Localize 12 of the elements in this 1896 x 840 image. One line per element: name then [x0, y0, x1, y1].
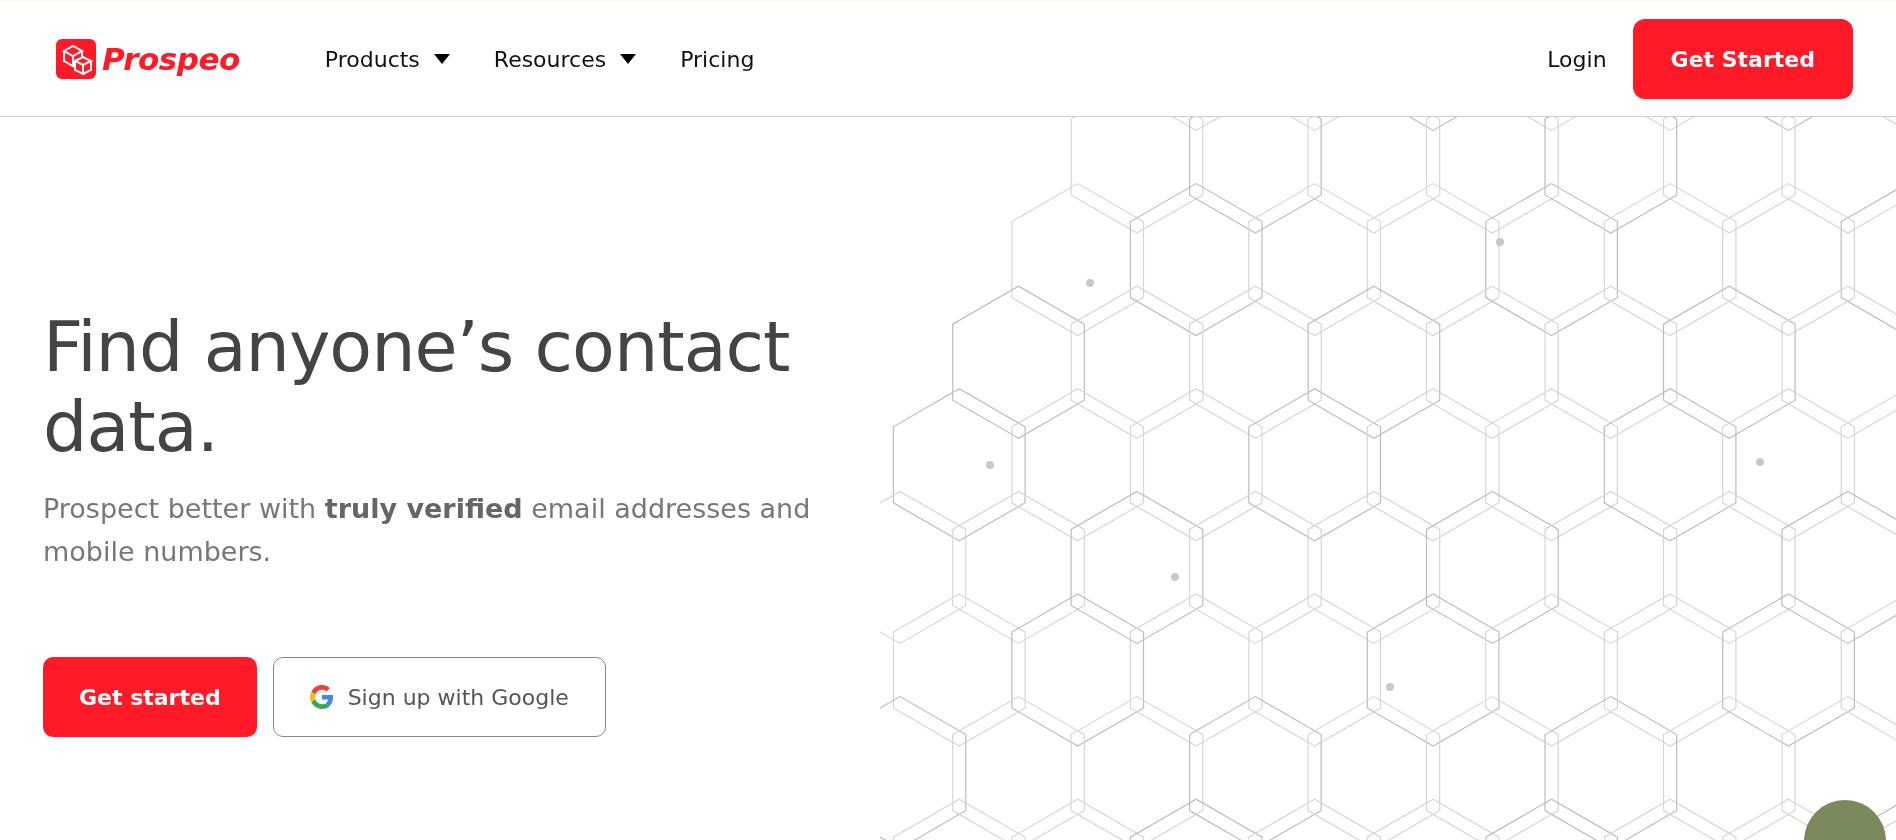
google-signup-button[interactable]: Sign up with Google — [272, 657, 606, 737]
get-started-button[interactable]: Get started — [43, 657, 257, 737]
nav-link[interactable]: Pricing — [680, 46, 755, 72]
hero-title: Find anyone’s contact data. — [43, 307, 791, 467]
nav-link[interactable]: Resources — [493, 46, 637, 72]
hero-subtitle: Prospect better with truly verified email addresses and mobile numbers. — [43, 492, 812, 569]
logo-text[interactable]: Prospeo — [102, 41, 240, 77]
cube-logo-icon — [56, 39, 96, 79]
google-icon — [309, 685, 334, 709]
get-started-button[interactable]: Get Started — [1632, 19, 1853, 99]
login-link[interactable]: Login — [1547, 46, 1607, 72]
nav-link[interactable]: Products — [324, 46, 450, 72]
